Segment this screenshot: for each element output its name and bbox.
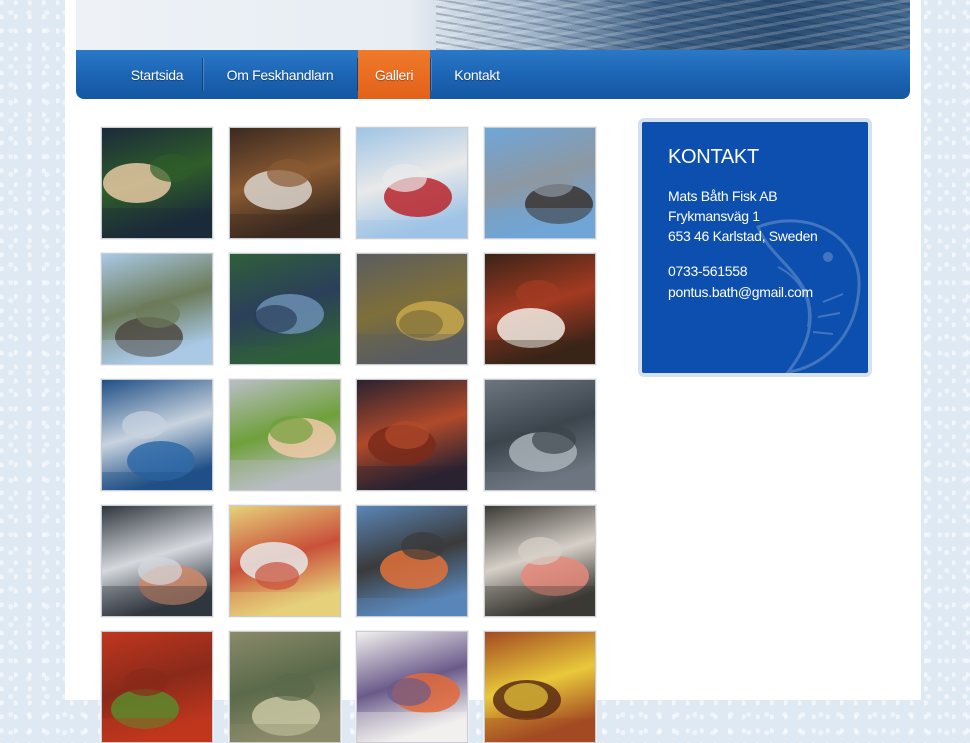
photo-placeholder xyxy=(102,632,212,742)
gallery-thumbnail-mussels[interactable] xyxy=(101,127,213,239)
gallery-thumbnail-shrimp-bags[interactable] xyxy=(484,505,596,617)
gallery-thumbnail-lobster[interactable] xyxy=(356,379,468,491)
page-container: Startsida Om Feskhandlarn Galleri Kontak… xyxy=(65,0,921,743)
photo-placeholder xyxy=(230,254,340,364)
gallery-thumbnail-marlin-jumping[interactable] xyxy=(101,379,213,491)
photo-placeholder xyxy=(357,254,467,364)
photo-placeholder xyxy=(485,380,595,490)
gallery-thumbnail-fish-shop-building[interactable] xyxy=(356,127,468,239)
gallery-thumbnail-raw-fish-fillet[interactable] xyxy=(101,505,213,617)
nav-label: Kontakt xyxy=(454,66,500,83)
phone-number: 0733-561558 xyxy=(668,263,748,279)
email-address[interactable]: pontus.bath@gmail.com xyxy=(668,282,813,303)
nav-om-feskhandlarn[interactable]: Om Feskhandlarn xyxy=(203,50,357,99)
photo-placeholder xyxy=(230,506,340,616)
gallery-thumbnail-crayfish[interactable] xyxy=(101,631,213,743)
photo-placeholder xyxy=(485,632,595,742)
contact-address: Mats Båth Fisk AB Frykmansväg 1 653 46 K… xyxy=(668,186,818,246)
gallery-thumbnail-seaweed-shore[interactable] xyxy=(101,253,213,365)
contact-box: KONTAKT Mats Båth Fisk AB Frykmansväg 1 … xyxy=(638,118,872,377)
street-address: Frykmansväg 1 xyxy=(668,208,760,224)
photo-placeholder xyxy=(357,506,467,616)
photo-placeholder xyxy=(102,380,212,490)
nav-label: Startsida xyxy=(130,66,184,83)
gallery-thumbnail-smoked-fish[interactable] xyxy=(484,631,596,743)
photo-placeholder xyxy=(357,632,467,742)
nav-label: Om Feskhandlarn xyxy=(226,66,334,83)
header-banner-image xyxy=(76,0,910,50)
gallery-thumbnail-pickled-herring-jars[interactable] xyxy=(229,505,341,617)
photo-placeholder xyxy=(357,380,467,490)
photo-placeholder xyxy=(102,506,212,616)
photo-placeholder xyxy=(485,128,595,238)
nav-galleri[interactable]: Galleri xyxy=(358,50,430,99)
photo-placeholder xyxy=(485,254,595,364)
main-navigation: Startsida Om Feskhandlarn Galleri Kontak… xyxy=(76,50,910,99)
photo-placeholder xyxy=(357,128,467,238)
photo-placeholder xyxy=(230,128,340,238)
gallery-thumbnail-salmon-sauces[interactable] xyxy=(356,631,468,743)
gallery-thumbnail-seafood-platter-harbor[interactable] xyxy=(356,505,468,617)
company-name: Mats Båth Fisk AB xyxy=(668,188,778,204)
gallery-thumbnail-fish-in-foil[interactable] xyxy=(229,379,341,491)
gallery-thumbnail-calm-sea-island[interactable] xyxy=(229,253,341,365)
sea-waves-decoration xyxy=(436,0,910,50)
gallery-thumbnail-rocky-coast[interactable] xyxy=(484,127,596,239)
gallery-thumbnail-fish-soup[interactable] xyxy=(229,631,341,743)
photo-placeholder xyxy=(230,380,340,490)
gallery-thumbnail-herring-pile[interactable] xyxy=(484,379,596,491)
gallery-thumbnail-fish-dish-plate[interactable] xyxy=(484,253,596,365)
nav-startsida[interactable]: Startsida xyxy=(112,50,202,99)
contact-details: 0733-561558 pontus.bath@gmail.com xyxy=(668,261,813,303)
contact-title: KONTAKT xyxy=(668,146,759,168)
photo-placeholder xyxy=(102,254,212,364)
city-address: 653 46 Karlstad, Sweden xyxy=(668,228,818,244)
photo-placeholder xyxy=(102,128,212,238)
photo-placeholder xyxy=(230,632,340,742)
gallery-thumbnail-chefs-cooking[interactable] xyxy=(229,127,341,239)
nav-kontakt[interactable]: Kontakt xyxy=(431,50,523,99)
gallery-thumbnail-bladderwrack[interactable] xyxy=(356,253,468,365)
photo-placeholder xyxy=(485,506,595,616)
nav-label: Galleri xyxy=(374,66,414,83)
